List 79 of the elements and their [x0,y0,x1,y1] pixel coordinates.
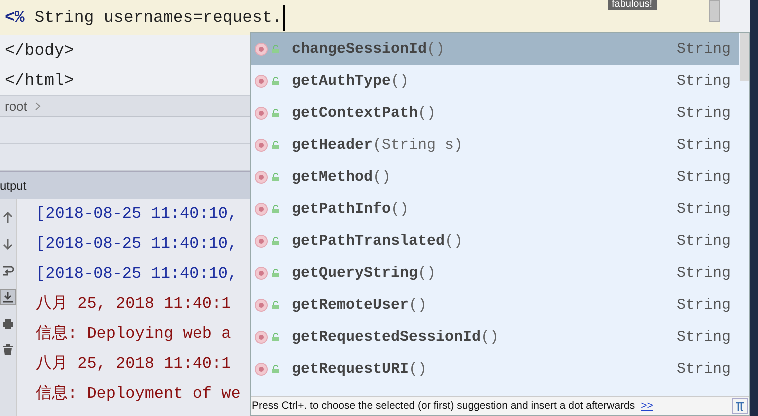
return-type: String [676,360,731,378]
lock-icon [272,140,280,150]
lock-icon [272,332,280,342]
method-signature: getPathInfo() [292,200,410,218]
return-type: String [676,328,731,346]
method-signature: getRequestURI() [292,360,428,378]
breadcrumb-item[interactable]: root [5,98,28,114]
chevron-icon [35,102,42,110]
tooltip: fabulous! [608,0,657,10]
log-line: [2018-08-25 11:40:10, [36,204,238,225]
hint-text: Press Ctrl+. to choose the selected (or first) suggestion and insert a dot afterwards [252,400,636,412]
lock-icon [272,364,280,374]
method-signature: getPathTranslated() [292,232,464,250]
log-line: [2018-08-25 11:40:10, [36,264,238,285]
lock-icon [272,204,280,214]
return-type: String [676,40,731,58]
method-icon [255,362,268,376]
method-signature: getRequestedSessionId() [292,328,500,346]
suggestion-item[interactable]: getPathTranslated() String [251,225,739,257]
return-type: String [676,168,731,186]
return-type: String [676,72,731,90]
method-icon [255,266,268,280]
log-line: 八月 25, 2018 11:40:1 [36,354,232,375]
code-line: </body> [5,40,74,60]
scroll-end-button[interactable] [0,289,16,305]
trash-button[interactable] [1,343,15,357]
method-icon [255,234,268,248]
method-signature: getContextPath() [292,104,436,122]
up-button[interactable] [1,211,15,225]
method-icon [255,298,268,312]
suggestion-item[interactable]: getHeader(String s) String [251,129,739,161]
more-link[interactable]: >> [641,400,654,412]
return-type: String [676,104,731,122]
down-button[interactable] [1,237,15,251]
method-icon [255,170,268,184]
method-icon [255,138,268,152]
log-line: 八月 25, 2018 11:40:1 [36,294,232,315]
return-type: String [676,232,731,250]
log-line: 信息: Deployment of we [36,384,241,405]
suggestion-item[interactable]: getRequestURI() String [251,353,739,385]
lock-icon [272,76,280,86]
method-signature: getMethod() [292,168,392,186]
method-icon [255,106,268,120]
log-line: 信息: Deploying web a [36,324,232,345]
suggestion-item[interactable]: getMethod() String [251,161,739,193]
method-signature: changeSessionId() [292,40,446,58]
method-signature: getQueryString() [292,264,436,282]
return-type: String [676,264,731,282]
method-signature: getRemoteUser() [292,296,428,314]
return-type: String [676,296,731,314]
suggestion-item[interactable]: getContextPath() String [251,97,739,129]
print-button[interactable] [1,317,15,331]
scrollbar-thumb[interactable] [740,33,749,81]
suggestion-item[interactable]: changeSessionId() String [251,33,739,65]
lock-icon [272,108,280,118]
lock-icon [272,172,280,182]
return-type: String [676,136,731,154]
pi-icon[interactable] [732,398,748,414]
suggestion-item[interactable]: getRequestedSessionId() String [251,321,739,353]
lock-icon [272,268,280,278]
method-icon [255,74,268,88]
scrollbar-thumb[interactable] [709,0,720,22]
method-signature: getHeader(String s) [292,136,464,154]
suggestion-item[interactable]: getQueryString() String [251,257,739,289]
method-signature: getAuthType() [292,72,410,90]
method-icon [255,202,268,216]
panel-title[interactable]: utput [0,178,27,192]
method-icon [255,42,268,56]
return-type: String [676,200,731,218]
suggestion-item[interactable]: getAuthType() String [251,65,739,97]
code-line: </html> [5,70,74,90]
code-line: <% String usernames=request. [5,8,282,27]
lock-icon [272,236,280,246]
suggestion-item[interactable]: getRemoteUser() String [251,289,739,321]
lock-icon [272,300,280,310]
method-icon [255,330,268,344]
log-line: [2018-08-25 11:40:10, [36,234,238,255]
suggestion-item[interactable]: getPathInfo() String [251,193,739,225]
lock-icon [272,44,280,54]
